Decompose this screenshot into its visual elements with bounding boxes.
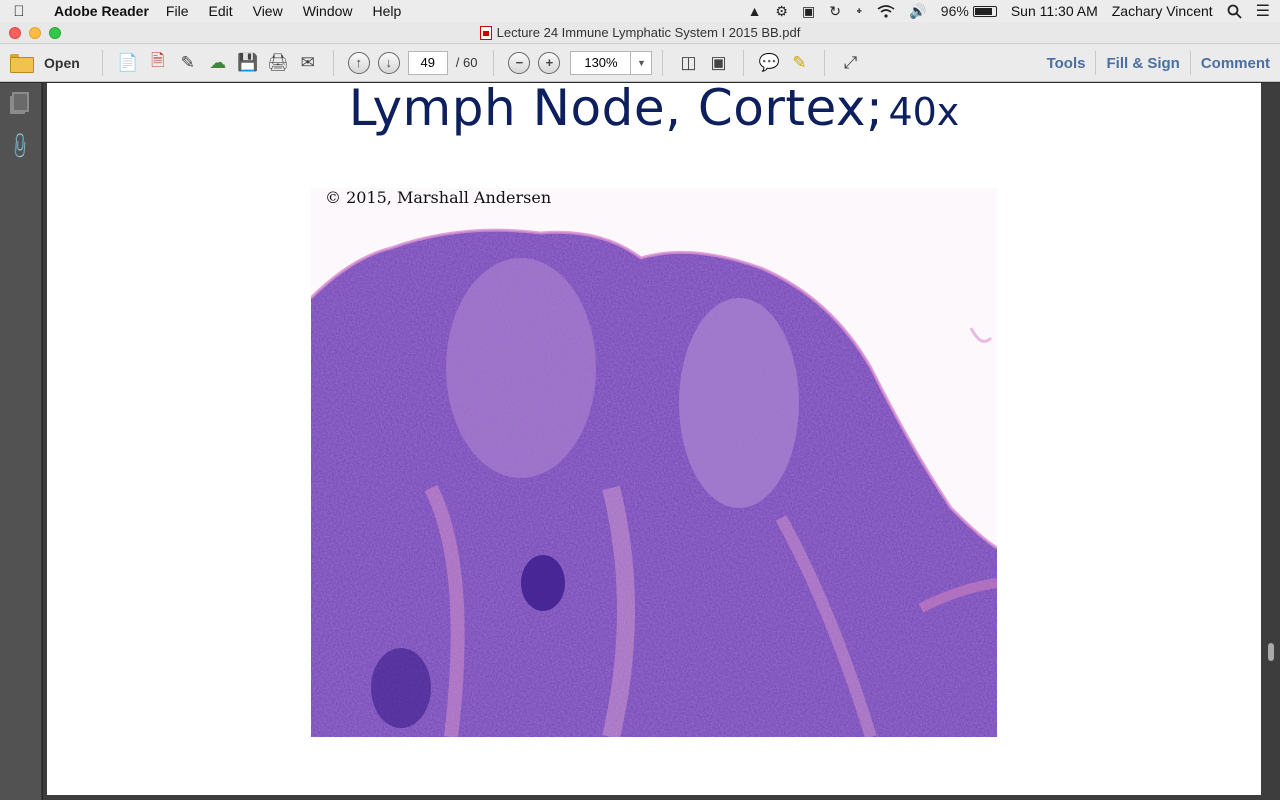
export-pdf-icon: 🗎 xyxy=(150,51,165,70)
edit-pdf-icon: ✎ xyxy=(180,52,195,72)
pdf-file-icon xyxy=(479,25,492,40)
wifi-icon[interactable] xyxy=(877,4,895,18)
edit-pdf-button[interactable]: ✎ xyxy=(173,49,203,77)
menu-bar:  Adobe Reader File Edit View Window Hel… xyxy=(0,0,1280,22)
window-controls xyxy=(9,27,61,39)
bluetooth-icon[interactable]: ᛭ xyxy=(855,3,863,19)
plus-icon: + xyxy=(538,51,561,74)
window-titlebar: Lecture 24 Immune Lymphatic System I 201… xyxy=(0,22,1280,44)
previous-page-button[interactable]: ↑ xyxy=(344,49,374,77)
status-area: ▲ ⚙ ▣ ↻ ᛭ 🔊 96% Sun 11:30 AM Zachary Vin… xyxy=(748,0,1270,22)
menu-view[interactable]: View xyxy=(253,3,283,19)
pdf-page: Lymph Node, Cortex; 40x © 2015, Marshall… xyxy=(47,83,1261,795)
page-total: / 60 xyxy=(455,55,478,70)
tab-fill-sign[interactable]: Fill & Sign xyxy=(1096,55,1189,72)
minimize-window-button[interactable] xyxy=(29,27,41,39)
tab-comment[interactable]: Comment xyxy=(1191,55,1280,72)
document-view[interactable]: Lymph Node, Cortex; 40x © 2015, Marshall… xyxy=(43,83,1280,800)
battery-percent: 96% xyxy=(940,3,969,19)
save-button[interactable]: 💾 xyxy=(233,49,263,77)
copyright-notice: © 2015, Marshall Andersen xyxy=(325,188,552,207)
toolbar-divider xyxy=(332,49,334,76)
battery-icon xyxy=(972,5,997,17)
open-button[interactable]: Open xyxy=(10,54,80,73)
page-number-input[interactable]: 49 xyxy=(407,50,448,75)
upload-cloud-button[interactable]: ☁ xyxy=(203,49,233,77)
fit-page-icon: ▣ xyxy=(710,52,727,72)
export-pdf-button[interactable]: 🗎 xyxy=(143,49,173,77)
volume-icon[interactable]: 🔊 xyxy=(909,3,926,20)
print-button[interactable]: 🖨 xyxy=(263,49,293,77)
notification-center-icon[interactable]: ☰ xyxy=(1256,1,1270,21)
close-window-button[interactable] xyxy=(9,27,21,39)
battery-status: 96% xyxy=(941,3,997,19)
arrow-down-icon: ↓ xyxy=(377,51,400,74)
create-pdf-icon: 📄 xyxy=(117,52,139,72)
tab-tools[interactable]: Tools xyxy=(1037,55,1096,72)
open-label: Open xyxy=(44,54,80,71)
email-button[interactable]: ✉ xyxy=(293,49,323,77)
folder-icon xyxy=(10,54,34,73)
chevron-down-icon[interactable]: ▼ xyxy=(631,52,651,74)
time-machine-icon[interactable]: ↻ xyxy=(829,3,841,20)
slide-title: Lymph Node, Cortex; 40x xyxy=(47,83,1261,137)
menu-help[interactable]: Help xyxy=(373,3,402,19)
toolbar-divider xyxy=(824,49,826,76)
zoom-select[interactable]: 130% ▼ xyxy=(570,50,653,75)
highlight-text-button[interactable]: ✎ xyxy=(784,49,814,77)
window-title: Lecture 24 Immune Lymphatic System I 201… xyxy=(496,25,801,40)
fullscreen-window-button[interactable] xyxy=(49,27,61,39)
toolbar-divider xyxy=(743,49,745,76)
menu-window[interactable]: Window xyxy=(303,3,353,19)
apple-menu-icon[interactable]:  xyxy=(0,3,38,20)
lymph-node-micrograph xyxy=(311,188,997,737)
minus-icon: − xyxy=(508,51,531,74)
highlighter-icon: ✎ xyxy=(792,52,807,72)
app-status-icon[interactable]: ▣ xyxy=(802,3,815,20)
arrow-up-icon: ↑ xyxy=(347,51,370,74)
sticky-note-button[interactable]: 💬 xyxy=(754,49,784,77)
vertical-scrollbar[interactable] xyxy=(1268,643,1274,661)
toolbar-divider xyxy=(662,49,664,76)
speech-bubble-icon: 💬 xyxy=(758,52,781,72)
fit-page-button[interactable]: ▣ xyxy=(703,49,733,77)
user-name[interactable]: Zachary Vincent xyxy=(1112,3,1213,19)
magnification-label: 40x xyxy=(888,90,960,134)
app-menu[interactable]: Adobe Reader xyxy=(54,3,149,19)
zoom-in-button[interactable]: + xyxy=(534,49,564,77)
fit-width-icon: ◫ xyxy=(680,52,697,72)
zoom-value[interactable]: 130% xyxy=(571,51,632,74)
toolbar: Open 📄 🗎 ✎ ☁ 💾 🖨 ✉ ↑ ↓ 49 / 60 − + 130% … xyxy=(0,44,1280,82)
printer-icon: 🖨 xyxy=(266,52,289,72)
toolbar-divider xyxy=(101,49,103,76)
toolbar-divider xyxy=(493,49,495,76)
slide-title-text: Lymph Node, Cortex; xyxy=(348,83,884,137)
right-pane-tabs: Tools Fill & Sign Comment xyxy=(1037,44,1280,82)
envelope-icon: ✉ xyxy=(300,52,315,72)
expand-icon: ⤢ xyxy=(843,52,858,72)
clock[interactable]: Sun 11:30 AM xyxy=(1011,3,1098,19)
spotlight-search-icon[interactable] xyxy=(1227,4,1242,19)
fit-width-button[interactable]: ◫ xyxy=(673,49,703,77)
navigation-pane: 📎 xyxy=(0,83,42,800)
page-thumbnails-icon[interactable] xyxy=(9,91,31,113)
paperclip-icon[interactable]: 📎 xyxy=(4,130,35,161)
cloud-upload-icon: ☁ xyxy=(209,52,227,72)
menu-edit[interactable]: Edit xyxy=(208,3,232,19)
save-icon: 💾 xyxy=(237,52,259,72)
menu-file[interactable]: File xyxy=(166,3,189,19)
full-screen-button[interactable]: ⤢ xyxy=(835,49,865,77)
zoom-out-button[interactable]: − xyxy=(504,49,534,77)
next-page-button[interactable]: ↓ xyxy=(374,49,404,77)
drive-icon[interactable]: ▲ xyxy=(748,3,762,19)
sync-icon[interactable]: ⚙ xyxy=(775,3,788,20)
create-pdf-button[interactable]: 📄 xyxy=(113,49,143,77)
